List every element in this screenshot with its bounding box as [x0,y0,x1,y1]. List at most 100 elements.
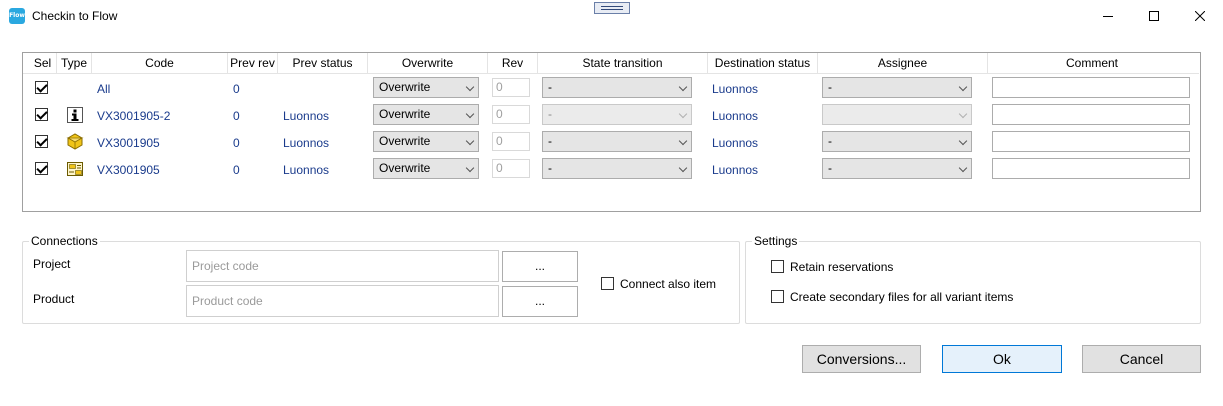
state-transition-value: - [548,80,552,94]
row-destination-status: Luonnos [712,136,759,150]
row-destination-status: Luonnos [712,163,759,177]
row-prev-rev: 0 [233,163,240,177]
title-bar[interactable]: Flow Checkin to Flow [0,0,1223,32]
checkin-grid[interactable]: Sel Type Code Prev rev Prev status Overw… [22,52,1201,212]
connect-also-item-checkbox[interactable] [601,277,614,290]
column-header-overwrite[interactable]: Overwrite [368,53,488,74]
assignee-dropdown[interactable] [822,104,972,125]
connections-title: Connections [29,234,100,248]
connect-also-item-label[interactable]: Connect also item [620,277,716,291]
retain-reservations-label[interactable]: Retain reservations [790,260,893,274]
column-header-sel[interactable]: Sel [29,53,57,74]
product-code-input[interactable]: Product code [186,285,499,317]
chevron-down-icon [958,163,968,173]
overwrite-value: Overwrite [379,107,431,121]
row-code[interactable]: VX3001905 [97,163,160,177]
overwrite-value: Overwrite [379,161,431,175]
assignee-value: - [828,134,832,148]
state-transition-dropdown[interactable]: - [542,131,692,152]
project-code-input[interactable]: Project code [186,250,499,282]
assignee-dropdown[interactable]: - [822,77,972,98]
close-button[interactable] [1177,0,1223,32]
create-secondary-files-checkbox[interactable] [771,290,784,303]
comment-field[interactable] [992,104,1190,125]
row-prev-rev: 0 [233,82,240,96]
overwrite-dropdown[interactable]: Overwrite [373,104,479,125]
state-transition-value: - [548,161,552,175]
table-row[interactable]: VX3001905 0 Luonnos Overwrite 0 - Luonno… [23,129,1199,156]
chevron-down-icon [465,163,475,173]
chevron-down-icon [958,109,968,119]
row-select-checkbox[interactable] [35,135,48,148]
column-header-prev-rev[interactable]: Prev rev [228,53,278,74]
row-select-checkbox[interactable] [35,81,48,94]
row-code[interactable]: VX3001905-2 [97,109,170,123]
column-header-state-transition[interactable]: State transition [538,53,708,74]
assignee-value: - [828,80,832,94]
row-code[interactable]: All [97,82,110,96]
retain-reservations-checkbox[interactable] [771,260,784,273]
chevron-down-icon [958,136,968,146]
overwrite-dropdown[interactable]: Overwrite [373,77,479,98]
overwrite-value: Overwrite [379,80,431,94]
cancel-button[interactable]: Cancel [1082,345,1201,373]
column-header-code[interactable]: Code [92,53,228,74]
state-transition-dropdown[interactable]: - [542,158,692,179]
row-destination-status: Luonnos [712,82,759,96]
comment-field[interactable] [992,77,1190,98]
row-select-checkbox[interactable] [35,162,48,175]
settings-title: Settings [752,234,800,248]
maximize-button[interactable] [1131,0,1177,32]
project-browse-button[interactable]: ... [502,251,578,282]
rev-field[interactable]: 0 [492,105,530,124]
chevron-down-icon [678,82,688,92]
assembly-icon [66,133,84,150]
state-transition-dropdown[interactable]: - [542,104,692,125]
state-transition-dropdown[interactable]: - [542,77,692,98]
minimize-icon [1103,16,1113,17]
create-secondary-files-label[interactable]: Create secondary files for all variant i… [790,290,1013,304]
overwrite-value: Overwrite [379,134,431,148]
product-browse-button[interactable]: ... [502,286,578,317]
connections-group: Connections Project Project code ... Pro… [22,234,740,324]
project-label: Project [33,257,71,271]
row-destination-status: Luonnos [712,109,759,123]
rev-field[interactable]: 0 [492,159,530,178]
product-label: Product [33,292,75,306]
chevron-down-icon [465,109,475,119]
ok-button[interactable]: Ok [942,345,1062,373]
rev-field[interactable]: 0 [492,78,530,97]
flow-app-icon: Flow [9,8,25,24]
info-icon [67,107,83,123]
row-prev-status: Luonnos [283,109,330,123]
column-header-comment[interactable]: Comment [988,53,1196,74]
row-prev-rev: 0 [233,136,240,150]
settings-group: Settings Retain reservations Create seco… [745,234,1201,324]
minimize-button[interactable] [1085,0,1131,32]
table-row[interactable]: All 0 Overwrite 0 - Luonnos - [23,75,1199,102]
chevron-down-icon [678,136,688,146]
table-row[interactable]: VX3001905 0 Luonnos Overwrite 0 - Luonno… [23,156,1199,183]
drag-handle[interactable] [594,2,630,14]
assignee-dropdown[interactable]: - [822,158,972,179]
column-header-prev-status[interactable]: Prev status [278,53,368,74]
column-header-assignee[interactable]: Assignee [818,53,988,74]
column-header-destination-status[interactable]: Destination status [708,53,818,74]
chevron-down-icon [678,109,688,119]
table-row[interactable]: VX3001905-2 0 Luonnos Overwrite 0 - Luon… [23,102,1199,129]
overwrite-dropdown[interactable]: Overwrite [373,131,479,152]
assignee-value: - [828,161,832,175]
column-header-type[interactable]: Type [57,53,92,74]
row-code[interactable]: VX3001905 [97,136,160,150]
row-select-checkbox[interactable] [35,108,48,121]
state-transition-value: - [548,107,552,121]
rev-field[interactable]: 0 [492,132,530,151]
column-header-rev[interactable]: Rev [488,53,538,74]
comment-field[interactable] [992,158,1190,179]
conversions-button[interactable]: Conversions... [802,345,921,373]
drawing-icon [67,162,83,176]
chevron-down-icon [465,136,475,146]
overwrite-dropdown[interactable]: Overwrite [373,158,479,179]
assignee-dropdown[interactable]: - [822,131,972,152]
comment-field[interactable] [992,131,1190,152]
